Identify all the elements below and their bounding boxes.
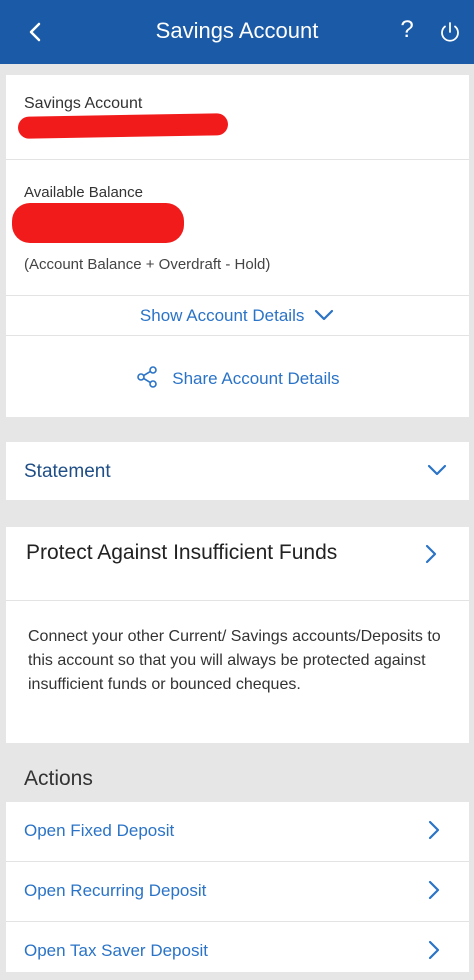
account-type-label: Savings Account xyxy=(24,95,143,112)
statement-label: Statement xyxy=(24,461,111,482)
show-account-details-button[interactable]: Show Account Details xyxy=(6,306,469,326)
divider xyxy=(6,295,469,296)
chevron-right-icon xyxy=(428,880,440,900)
redacted-account-number xyxy=(17,113,229,139)
share-account-details-button[interactable]: Share Account Details xyxy=(6,366,469,389)
action-open-recurring-deposit[interactable]: Open Recurring Deposit xyxy=(6,862,469,920)
chevron-right-icon xyxy=(428,820,440,840)
action-label: Open Tax Saver Deposit xyxy=(24,941,208,960)
show-account-details-label: Show Account Details xyxy=(139,306,305,325)
statement-row[interactable]: Statement xyxy=(6,442,469,500)
chevron-right-icon xyxy=(428,940,440,960)
action-label: Open Recurring Deposit xyxy=(24,881,207,900)
account-summary-card: Savings Account Available Balance (Accou… xyxy=(6,75,469,417)
share-account-details-label: Share Account Details xyxy=(172,369,340,388)
balance-formula-note: (Account Balance + Overdraft - Hold) xyxy=(24,256,271,273)
help-icon[interactable]: ? xyxy=(395,16,419,46)
top-app-bar: Savings Account ? xyxy=(0,0,474,64)
protect-funds-description: Connect your other Current/ Savings acco… xyxy=(28,628,441,693)
protect-funds-card[interactable]: Protect Against Insufficient Funds Conne… xyxy=(6,527,469,743)
action-label: Open Fixed Deposit xyxy=(24,821,175,840)
protect-funds-title: Protect Against Insufficient Funds xyxy=(26,541,338,564)
logout-power-icon[interactable] xyxy=(438,20,462,44)
actions-heading: Actions xyxy=(24,767,93,790)
divider xyxy=(6,600,469,601)
redacted-balance xyxy=(12,203,184,243)
share-icon xyxy=(136,366,157,388)
chevron-down-icon xyxy=(427,464,447,476)
actions-list: Open Fixed Deposit Open Recurring Deposi… xyxy=(6,802,469,972)
divider xyxy=(6,335,469,336)
chevron-down-icon xyxy=(314,309,334,321)
available-balance-label: Available Balance xyxy=(24,184,143,201)
divider xyxy=(6,159,469,160)
action-open-fixed-deposit[interactable]: Open Fixed Deposit xyxy=(6,802,469,860)
action-open-tax-saver-deposit[interactable]: Open Tax Saver Deposit xyxy=(6,922,469,980)
chevron-right-icon xyxy=(425,544,437,564)
